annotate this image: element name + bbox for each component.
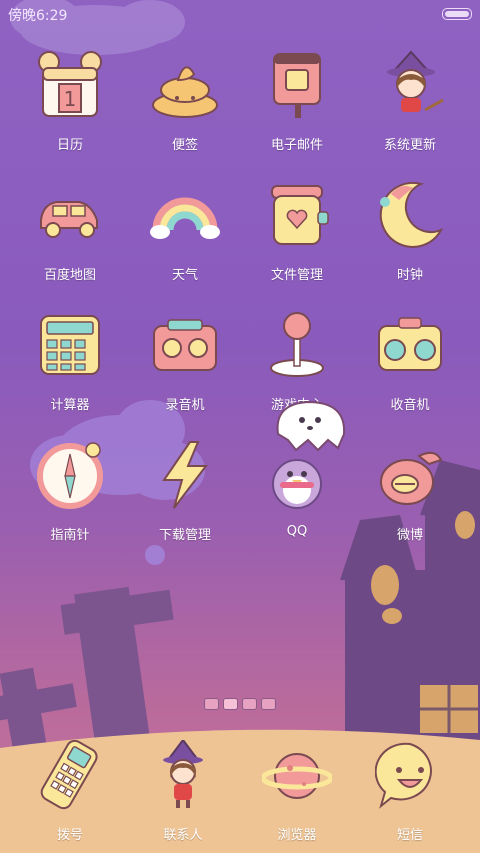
poop-note-icon [152, 66, 218, 118]
weibo-eye-icon [380, 451, 443, 505]
app-label: 录音机 [165, 398, 205, 413]
witch-girl-icon [163, 740, 203, 808]
dock-app-messages[interactable]: 短信 [355, 740, 465, 850]
status-bar: 傍晚6:29 [0, 0, 480, 28]
app-label: 文件管理 [270, 268, 323, 283]
app-label: 微博 [396, 528, 423, 543]
app-label: 浏览器 [277, 828, 317, 843]
status-time: 傍晚6:29 [8, 8, 68, 24]
app-label: 电子邮件 [270, 138, 323, 153]
compass-icon [37, 442, 103, 509]
battery-icon [442, 8, 472, 20]
dock-app-phone[interactable]: 拨号 [15, 740, 125, 850]
lightning-icon [162, 441, 209, 509]
app-download-manager[interactable]: 下载管理 [130, 440, 240, 550]
svg-text:1: 1 [64, 87, 77, 111]
app-weibo[interactable]: 微博 [355, 440, 465, 550]
page-dot[interactable] [204, 698, 219, 710]
app-label: 时钟 [396, 268, 423, 283]
page-dot-active[interactable] [223, 698, 238, 710]
app-label: 日历 [56, 138, 83, 153]
crescent-moon-icon [379, 181, 444, 248]
dock-app-contacts[interactable]: 联系人 [128, 740, 238, 850]
page-dot[interactable] [261, 698, 276, 710]
app-label: QQ [286, 524, 308, 539]
app-notes[interactable]: 便签 [130, 50, 240, 160]
app-label: 短信 [396, 828, 423, 843]
radio-icon [378, 317, 442, 371]
app-label: 拨号 [56, 828, 83, 843]
dock-app-browser[interactable]: 浏览器 [242, 740, 352, 850]
dock: 拨号 联系人 浏览器 短信 [0, 720, 480, 853]
car-icon [40, 201, 98, 238]
app-radio[interactable]: 收音机 [355, 310, 465, 420]
app-recorder[interactable]: 录音机 [130, 310, 240, 420]
app-weather[interactable]: 天气 [130, 180, 240, 290]
app-label: 便签 [171, 138, 198, 153]
app-compass[interactable]: 指南针 [15, 440, 125, 550]
app-clock[interactable]: 时钟 [355, 180, 465, 290]
app-label: 联系人 [163, 828, 203, 843]
app-file-manager[interactable]: 文件管理 [242, 180, 352, 290]
mailbox-icon [273, 53, 321, 118]
app-label: 天气 [171, 268, 198, 283]
app-qq[interactable]: QQ [242, 440, 352, 550]
page-indicator[interactable] [204, 698, 276, 710]
ghost-icon [276, 400, 346, 452]
rainbow-icon [150, 197, 220, 239]
jar-heart-icon [271, 185, 329, 245]
app-baidu-map[interactable]: 百度地图 [15, 180, 125, 290]
tape-recorder-icon [153, 319, 217, 371]
app-label: 系统更新 [383, 138, 436, 153]
app-label: 计算器 [50, 398, 90, 413]
calendar-icon: 1 [38, 51, 102, 117]
calculator-icon [40, 315, 100, 375]
witch-girl-icon [387, 50, 444, 112]
app-email[interactable]: 电子邮件 [242, 50, 352, 160]
app-calculator[interactable]: 计算器 [15, 310, 125, 420]
planet-icon [262, 753, 332, 799]
app-label: 百度地图 [43, 268, 96, 283]
app-label: 收音机 [390, 398, 430, 413]
joystick-icon [270, 312, 324, 377]
page-dot[interactable] [242, 698, 257, 710]
app-label: 下载管理 [158, 528, 211, 543]
app-system-update[interactable]: 系统更新 [355, 50, 465, 160]
smiley-bubble-icon [375, 742, 432, 809]
phone-icon [40, 740, 98, 810]
app-label: 指南针 [50, 528, 90, 543]
app-calendar[interactable]: 1 日历 [15, 50, 125, 160]
